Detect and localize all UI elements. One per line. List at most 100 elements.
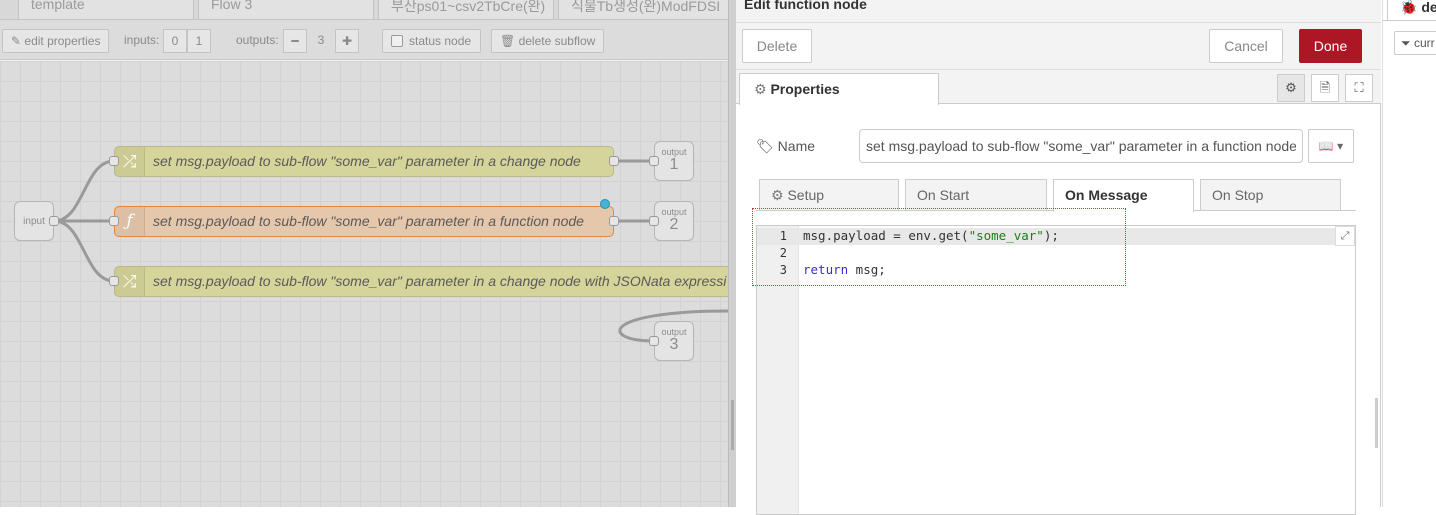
output-node-port[interactable]	[649, 156, 659, 166]
outputs-increment-button[interactable]: ✚	[335, 29, 359, 53]
output-node-port[interactable]	[649, 336, 659, 346]
divider	[736, 22, 1381, 23]
expand-editor-button[interactable]: ⤢	[1335, 226, 1355, 246]
shuffle-icon: ⤮	[115, 267, 145, 296]
gear-icon: ⚙	[1285, 80, 1297, 95]
sidebar-tab-label: del	[1421, 0, 1436, 15]
output-number: 1	[669, 156, 679, 173]
subflow-toolbar: ✎ edit properties inputs: 0 1 outputs: ━…	[0, 20, 728, 60]
tray-header: Edit function node Delete Cancel Done	[736, 0, 1381, 70]
shuffle-icon: ⤮	[115, 147, 145, 176]
library-menu-button[interactable]: 📖 ▾	[1308, 129, 1354, 163]
subflow-output-node-1[interactable]: output 1	[654, 141, 694, 181]
input-node-label: input	[23, 216, 45, 227]
tag-icon: 🏷	[756, 138, 774, 154]
minus-icon: ━	[291, 34, 299, 48]
flow-tab-busan[interactable]: 부산ps01~csv2TbCre(완)	[378, 0, 554, 20]
flow-workspace: template Flow 3 부산ps01~csv2TbCre(완) 식물Tb…	[0, 0, 728, 507]
name-label: 🏷 Name	[756, 138, 815, 155]
done-button[interactable]: Done	[1299, 29, 1362, 63]
sidebar-filter-button[interactable]: ⏷ curr	[1394, 31, 1436, 55]
subflow-output-node-3[interactable]: output 3	[654, 321, 694, 361]
name-label-text: Name	[777, 138, 816, 154]
tab-on-start[interactable]: On Start	[905, 179, 1047, 210]
flow-tab-plant[interactable]: 식물Tb생성(완)ModFDSI	[558, 0, 728, 20]
wire	[53, 159, 115, 223]
gear-icon: ⚙	[754, 81, 767, 97]
flow-tab-bar: template Flow 3 부산ps01~csv2TbCre(완) 식물Tb…	[0, 0, 728, 20]
code-tab-bar: ⚙ Setup On Start On Message On Stop	[756, 178, 1356, 212]
input-node-port[interactable]	[49, 216, 59, 226]
node-label: set msg.payload to sub-flow "some_var" p…	[153, 153, 581, 169]
node-output-port[interactable]	[609, 216, 619, 226]
panel-splitter[interactable]	[728, 0, 736, 507]
frame-icon: ⛶	[1354, 80, 1364, 95]
node-label: set msg.payload to sub-flow "some_var" p…	[153, 213, 584, 229]
delete-button[interactable]: Delete	[742, 29, 812, 63]
tab-on-start-label: On Start	[917, 187, 970, 203]
flow-tab-label: template	[31, 0, 85, 12]
pencil-icon: ✎	[11, 34, 22, 48]
node-input-port[interactable]	[109, 276, 119, 286]
flow-tab-flow-3[interactable]: Flow 3	[198, 0, 374, 20]
name-input[interactable]	[859, 129, 1303, 163]
filter-icon: ⏷	[1401, 36, 1411, 50]
tray-scrollbar[interactable]	[1375, 398, 1378, 448]
output-node-port[interactable]	[649, 216, 659, 226]
change-node-1[interactable]: ⤮ set msg.payload to sub-flow "some_var"…	[114, 146, 614, 177]
tab-on-stop[interactable]: On Stop	[1200, 179, 1341, 210]
status-node-toggle[interactable]: status node	[382, 29, 481, 53]
node-label: set msg.payload to sub-flow "some_var" p…	[153, 273, 727, 289]
edit-tray: Edit function node Delete Cancel Done ⚙ …	[736, 0, 1381, 515]
node-input-port[interactable]	[109, 216, 119, 226]
subflow-output-node-2[interactable]: output 2	[654, 201, 694, 241]
function-node[interactable]: ƒ set msg.payload to sub-flow "some_var"…	[114, 206, 614, 237]
inputs-option-1[interactable]: 1	[187, 29, 211, 53]
gear-icon: ⚙	[771, 187, 784, 203]
appearance-tab-button[interactable]: ⛶	[1345, 74, 1373, 102]
status-node-label: status node	[409, 34, 472, 48]
flow-tab-label: 부산ps01~csv2TbCre(완)	[391, 0, 546, 14]
tab-setup[interactable]: ⚙ Setup	[759, 179, 899, 210]
settings-tab-button[interactable]: ⚙	[1277, 74, 1305, 102]
description-tab-button[interactable]: 🗎	[1311, 74, 1339, 102]
caret-down-icon: ▾	[1337, 139, 1344, 153]
outputs-label: outputs:	[236, 33, 279, 47]
divider	[1383, 20, 1436, 21]
tab-on-stop-label: On Stop	[1212, 187, 1264, 203]
annotation-highlight-box	[752, 208, 1126, 286]
tray-title: Edit function node	[744, 0, 867, 12]
tab-on-message-label: On Message	[1065, 187, 1148, 203]
cancel-button[interactable]: Cancel	[1209, 29, 1283, 63]
node-output-port[interactable]	[609, 156, 619, 166]
outputs-count: 3	[317, 33, 325, 47]
sidebar-tab-debug[interactable]: 🐞 del	[1387, 0, 1436, 20]
expand-icon: ⤢	[1340, 230, 1350, 242]
function-icon: ƒ	[115, 207, 145, 236]
node-input-port[interactable]	[109, 156, 119, 166]
flow-tab-label: 식물Tb생성(완)ModFDSI	[571, 0, 721, 14]
edit-properties-label: edit properties	[24, 34, 101, 48]
delete-subflow-button[interactable]: 🗑 delete subflow	[491, 29, 605, 53]
change-node-jsonata[interactable]: ⤮ set msg.payload to sub-flow "some_var"…	[114, 266, 728, 297]
subflow-input-node[interactable]: input	[14, 201, 54, 241]
outputs-decrement-button[interactable]: ━	[283, 29, 307, 53]
output-number: 2	[669, 216, 679, 233]
sidebar: 🐞 del ⏷ curr	[1382, 0, 1436, 507]
flow-canvas[interactable]: input ⤮ set msg.payload to sub-flow "som…	[0, 61, 728, 507]
changed-indicator	[600, 199, 610, 209]
checkbox-icon	[391, 35, 403, 47]
book-icon: 📖	[1318, 139, 1334, 153]
edit-properties-button[interactable]: ✎ edit properties	[2, 29, 110, 53]
delete-subflow-label: delete subflow	[518, 34, 596, 48]
splitter-grip[interactable]	[731, 400, 734, 450]
plus-icon: ✚	[341, 34, 353, 48]
tab-setup-label: Setup	[787, 187, 825, 203]
document-icon: 🗎	[1319, 80, 1331, 95]
tab-properties-label: Properties	[770, 81, 840, 97]
output-number: 3	[669, 336, 679, 353]
inputs-option-0[interactable]: 0	[163, 29, 187, 53]
flow-tab-template[interactable]: template	[18, 0, 194, 20]
wire	[53, 219, 115, 283]
tab-properties[interactable]: ⚙ Properties	[739, 73, 939, 105]
